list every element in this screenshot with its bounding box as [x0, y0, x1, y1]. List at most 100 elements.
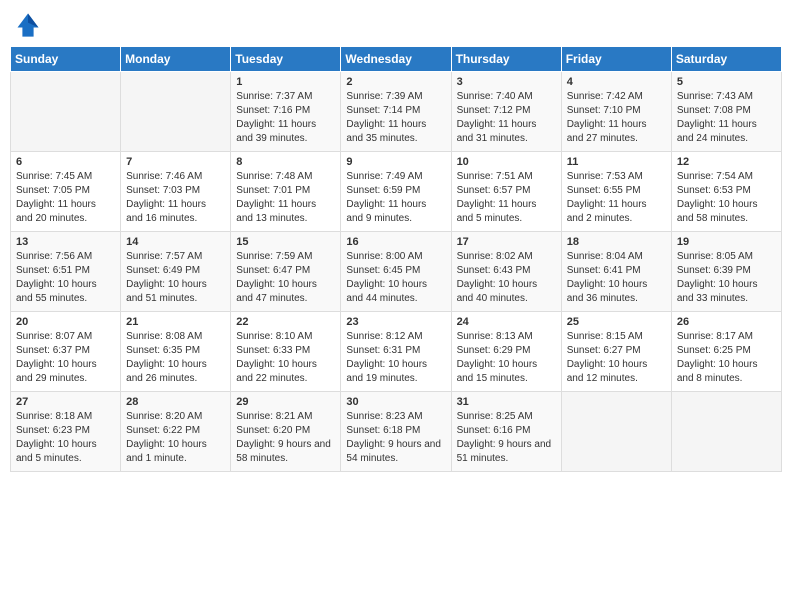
- sunrise: Sunrise: 7:45 AM: [16, 170, 115, 184]
- daylight: Daylight: 10 hours and 33 minutes.: [677, 278, 776, 306]
- sunrise: Sunrise: 7:40 AM: [457, 90, 556, 104]
- calendar-cell: 16 Sunrise: 8:00 AM Sunset: 6:45 PM Dayl…: [341, 232, 451, 312]
- day-number: 1: [236, 76, 335, 88]
- calendar-cell: 4 Sunrise: 7:42 AM Sunset: 7:10 PM Dayli…: [561, 72, 671, 152]
- daylight: Daylight: 11 hours and 35 minutes.: [346, 118, 445, 146]
- sunrise: Sunrise: 7:42 AM: [567, 90, 666, 104]
- sunset: Sunset: 6:25 PM: [677, 344, 776, 358]
- cell-content: Sunrise: 7:56 AM Sunset: 6:51 PM Dayligh…: [16, 250, 115, 306]
- daylight: Daylight: 11 hours and 24 minutes.: [677, 118, 776, 146]
- cell-content: Sunrise: 8:15 AM Sunset: 6:27 PM Dayligh…: [567, 330, 666, 386]
- daylight: Daylight: 11 hours and 20 minutes.: [16, 198, 115, 226]
- cell-content: Sunrise: 7:57 AM Sunset: 6:49 PM Dayligh…: [126, 250, 225, 306]
- daylight: Daylight: 11 hours and 13 minutes.: [236, 198, 335, 226]
- sunset: Sunset: 6:31 PM: [346, 344, 445, 358]
- daylight: Daylight: 10 hours and 26 minutes.: [126, 358, 225, 386]
- daylight: Daylight: 11 hours and 9 minutes.: [346, 198, 445, 226]
- sunset: Sunset: 6:18 PM: [346, 424, 445, 438]
- sunset: Sunset: 7:10 PM: [567, 104, 666, 118]
- daylight: Daylight: 9 hours and 51 minutes.: [457, 438, 556, 466]
- cell-content: Sunrise: 8:08 AM Sunset: 6:35 PM Dayligh…: [126, 330, 225, 386]
- sunrise: Sunrise: 8:13 AM: [457, 330, 556, 344]
- day-number: 30: [346, 396, 445, 408]
- sunset: Sunset: 6:49 PM: [126, 264, 225, 278]
- daylight: Daylight: 11 hours and 39 minutes.: [236, 118, 335, 146]
- calendar-cell: [121, 72, 231, 152]
- daylight: Daylight: 10 hours and 47 minutes.: [236, 278, 335, 306]
- sunrise: Sunrise: 8:21 AM: [236, 410, 335, 424]
- daylight: Daylight: 10 hours and 58 minutes.: [677, 198, 776, 226]
- sunrise: Sunrise: 7:48 AM: [236, 170, 335, 184]
- header-saturday: Saturday: [671, 47, 781, 72]
- sunset: Sunset: 6:47 PM: [236, 264, 335, 278]
- cell-content: Sunrise: 7:37 AM Sunset: 7:16 PM Dayligh…: [236, 90, 335, 146]
- calendar-cell: 5 Sunrise: 7:43 AM Sunset: 7:08 PM Dayli…: [671, 72, 781, 152]
- day-number: 13: [16, 236, 115, 248]
- daylight: Daylight: 11 hours and 27 minutes.: [567, 118, 666, 146]
- cell-content: Sunrise: 8:13 AM Sunset: 6:29 PM Dayligh…: [457, 330, 556, 386]
- day-number: 12: [677, 156, 776, 168]
- calendar-cell: [671, 392, 781, 472]
- sunrise: Sunrise: 7:53 AM: [567, 170, 666, 184]
- day-number: 27: [16, 396, 115, 408]
- sunrise: Sunrise: 8:04 AM: [567, 250, 666, 264]
- day-number: 14: [126, 236, 225, 248]
- header-sunday: Sunday: [11, 47, 121, 72]
- cell-content: Sunrise: 7:39 AM Sunset: 7:14 PM Dayligh…: [346, 90, 445, 146]
- header-wednesday: Wednesday: [341, 47, 451, 72]
- sunset: Sunset: 6:35 PM: [126, 344, 225, 358]
- header-monday: Monday: [121, 47, 231, 72]
- calendar-cell: 14 Sunrise: 7:57 AM Sunset: 6:49 PM Dayl…: [121, 232, 231, 312]
- daylight: Daylight: 11 hours and 16 minutes.: [126, 198, 225, 226]
- page-header: [10, 10, 782, 38]
- sunset: Sunset: 6:57 PM: [457, 184, 556, 198]
- calendar-cell: 18 Sunrise: 8:04 AM Sunset: 6:41 PM Dayl…: [561, 232, 671, 312]
- day-number: 18: [567, 236, 666, 248]
- cell-content: Sunrise: 7:51 AM Sunset: 6:57 PM Dayligh…: [457, 170, 556, 226]
- cell-content: Sunrise: 8:18 AM Sunset: 6:23 PM Dayligh…: [16, 410, 115, 466]
- sunrise: Sunrise: 7:59 AM: [236, 250, 335, 264]
- sunset: Sunset: 6:53 PM: [677, 184, 776, 198]
- sunset: Sunset: 6:33 PM: [236, 344, 335, 358]
- cell-content: Sunrise: 7:43 AM Sunset: 7:08 PM Dayligh…: [677, 90, 776, 146]
- daylight: Daylight: 9 hours and 54 minutes.: [346, 438, 445, 466]
- sunrise: Sunrise: 8:17 AM: [677, 330, 776, 344]
- sunset: Sunset: 7:14 PM: [346, 104, 445, 118]
- calendar-cell: 6 Sunrise: 7:45 AM Sunset: 7:05 PM Dayli…: [11, 152, 121, 232]
- sunset: Sunset: 7:03 PM: [126, 184, 225, 198]
- calendar-cell: 13 Sunrise: 7:56 AM Sunset: 6:51 PM Dayl…: [11, 232, 121, 312]
- calendar-cell: 1 Sunrise: 7:37 AM Sunset: 7:16 PM Dayli…: [231, 72, 341, 152]
- sunset: Sunset: 6:59 PM: [346, 184, 445, 198]
- week-row-3: 20 Sunrise: 8:07 AM Sunset: 6:37 PM Dayl…: [11, 312, 782, 392]
- cell-content: Sunrise: 8:05 AM Sunset: 6:39 PM Dayligh…: [677, 250, 776, 306]
- daylight: Daylight: 9 hours and 58 minutes.: [236, 438, 335, 466]
- sunrise: Sunrise: 7:46 AM: [126, 170, 225, 184]
- daylight: Daylight: 10 hours and 19 minutes.: [346, 358, 445, 386]
- day-number: 8: [236, 156, 335, 168]
- header-row: SundayMondayTuesdayWednesdayThursdayFrid…: [11, 47, 782, 72]
- daylight: Daylight: 10 hours and 15 minutes.: [457, 358, 556, 386]
- sunrise: Sunrise: 8:08 AM: [126, 330, 225, 344]
- cell-content: Sunrise: 8:07 AM Sunset: 6:37 PM Dayligh…: [16, 330, 115, 386]
- daylight: Daylight: 10 hours and 40 minutes.: [457, 278, 556, 306]
- week-row-2: 13 Sunrise: 7:56 AM Sunset: 6:51 PM Dayl…: [11, 232, 782, 312]
- sunrise: Sunrise: 8:20 AM: [126, 410, 225, 424]
- daylight: Daylight: 10 hours and 44 minutes.: [346, 278, 445, 306]
- logo-icon: [14, 10, 42, 38]
- cell-content: Sunrise: 8:00 AM Sunset: 6:45 PM Dayligh…: [346, 250, 445, 306]
- day-number: 10: [457, 156, 556, 168]
- day-number: 26: [677, 316, 776, 328]
- cell-content: Sunrise: 7:59 AM Sunset: 6:47 PM Dayligh…: [236, 250, 335, 306]
- day-number: 24: [457, 316, 556, 328]
- sunset: Sunset: 7:01 PM: [236, 184, 335, 198]
- cell-content: Sunrise: 7:48 AM Sunset: 7:01 PM Dayligh…: [236, 170, 335, 226]
- sunrise: Sunrise: 7:57 AM: [126, 250, 225, 264]
- calendar-cell: 28 Sunrise: 8:20 AM Sunset: 6:22 PM Dayl…: [121, 392, 231, 472]
- daylight: Daylight: 10 hours and 12 minutes.: [567, 358, 666, 386]
- calendar-cell: 10 Sunrise: 7:51 AM Sunset: 6:57 PM Dayl…: [451, 152, 561, 232]
- day-number: 9: [346, 156, 445, 168]
- daylight: Daylight: 10 hours and 29 minutes.: [16, 358, 115, 386]
- cell-content: Sunrise: 7:49 AM Sunset: 6:59 PM Dayligh…: [346, 170, 445, 226]
- sunrise: Sunrise: 8:23 AM: [346, 410, 445, 424]
- sunset: Sunset: 7:08 PM: [677, 104, 776, 118]
